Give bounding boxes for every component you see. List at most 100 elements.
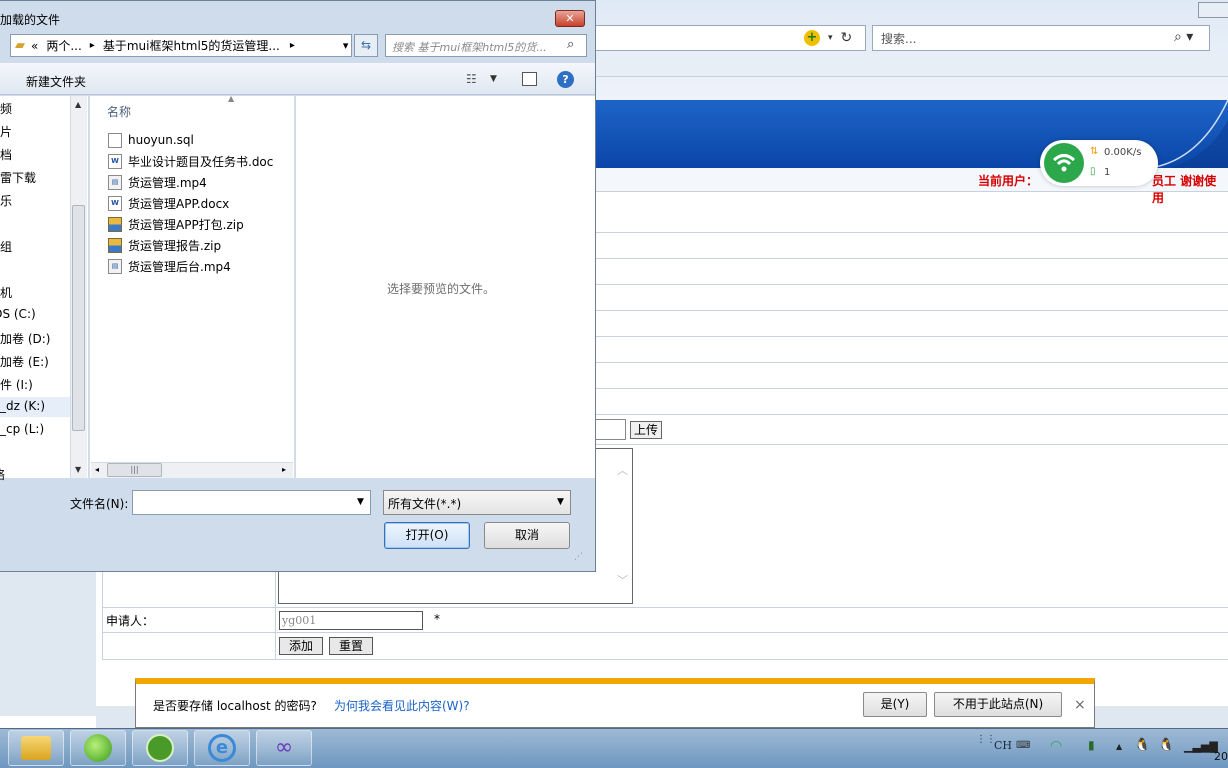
column-header-name[interactable]: 名称 — [107, 103, 131, 120]
filename-label: 文件名(N): — [70, 497, 129, 511]
chevron-down-icon[interactable]: ▼ — [557, 497, 564, 507]
cancel-button[interactable]: 取消 — [484, 522, 570, 549]
refresh-icon[interactable]: ↻ — [841, 30, 853, 46]
nav-item-pictures[interactable]: 图片 — [0, 123, 12, 140]
refresh-icon[interactable]: ⇆ — [354, 34, 378, 57]
file-item[interactable]: 货运管理报告.zip — [108, 235, 221, 255]
show-hidden-icons-icon[interactable]: ▲ — [1116, 742, 1122, 751]
form-row-divider — [596, 310, 1228, 311]
filename-input[interactable] — [132, 490, 371, 515]
password-save-message: 是否要存储 localhost 的密码? — [153, 699, 317, 713]
internet-explorer-icon: e — [208, 734, 236, 762]
taskbar-visualstudio-button[interactable]: ∞ — [256, 730, 312, 766]
file-item[interactable]: W 毕业设计题目及任务书.doc — [108, 151, 273, 171]
scroll-left-icon[interactable]: ◂ — [95, 465, 99, 474]
nav-item-drive-d[interactable]: 新加卷 (D:) — [0, 330, 50, 347]
preview-pane-icon[interactable] — [522, 72, 537, 86]
textarea-scroll-down-icon[interactable]: ﹀ — [617, 572, 628, 588]
dropdown-arrow-icon[interactable]: ▾ — [828, 33, 833, 43]
upload-button[interactable]: 上传 — [630, 421, 662, 439]
reset-button[interactable]: 重置 — [329, 637, 373, 655]
ime-indicator[interactable]: CH — [994, 739, 1012, 752]
help-icon[interactable]: ? — [557, 71, 574, 88]
nav-item-computer[interactable]: 计算机 — [0, 284, 12, 301]
taskbar-ie-button[interactable]: e — [194, 730, 250, 766]
chevron-down-icon[interactable]: ▼ — [357, 497, 364, 507]
zip-archive-icon — [108, 216, 122, 232]
clock-year[interactable]: 20 — [1214, 750, 1228, 763]
resize-grip-icon[interactable]: ⋰ — [574, 552, 583, 562]
add-button[interactable]: 添加 — [279, 637, 323, 655]
battery-icon[interactable]: ▮ — [1088, 738, 1095, 752]
scroll-right-icon[interactable]: ▸ — [282, 465, 286, 474]
zip-archive-icon — [108, 237, 122, 253]
never-for-site-button[interactable]: 不用于此站点(N) — [934, 692, 1062, 717]
open-button[interactable]: 打开(O) — [384, 522, 470, 549]
nav-item-documents[interactable]: 文档 — [0, 146, 12, 163]
nav-item-drive-l[interactable]: _cp (L:) — [0, 422, 44, 436]
taskbar-browser-button[interactable] — [70, 730, 126, 766]
form-row-divider — [596, 444, 1228, 445]
dialog-toolbar — [0, 63, 595, 95]
dialog-search-input[interactable]: 搜索 基于mui框架html5的货... — [385, 34, 587, 57]
green-browser-icon — [84, 734, 112, 762]
nav-item-drive-k[interactable]: _dz (K:) — [0, 399, 45, 413]
file-type-select[interactable]: 所有文件(*.*) — [383, 490, 571, 515]
h-scrollbar-thumb[interactable]: ||| — [107, 463, 162, 477]
upload-file-input[interactable] — [596, 419, 626, 440]
view-options-icon[interactable]: ☷ — [466, 72, 477, 86]
form-row-divider — [596, 284, 1228, 285]
close-icon[interactable]: ✕ — [555, 10, 585, 27]
save-password-yes-button[interactable]: 是(Y) — [863, 692, 927, 717]
scroll-down-icon[interactable]: ▼ — [75, 465, 81, 474]
nav-item-drive-e[interactable]: 新加卷 (E:) — [0, 353, 49, 370]
nav-item-music[interactable]: 音乐 — [0, 192, 12, 209]
breadcrumb-segment[interactable]: 两个... — [46, 37, 81, 54]
search-icon[interactable]: ⌕ — [567, 37, 574, 52]
browser-window-controls[interactable] — [1198, 2, 1228, 18]
chevron-down-icon[interactable]: ▼ — [490, 74, 497, 84]
why-see-this-link[interactable]: 为何我会看见此内容(W)? — [334, 697, 470, 714]
file-item[interactable]: huoyun.sql — [108, 130, 194, 150]
close-icon[interactable]: × — [1074, 697, 1086, 713]
nav-scrollbar-thumb[interactable] — [72, 205, 85, 431]
breadcrumb-separator-icon[interactable]: ▸ — [290, 40, 295, 51]
breadcrumb-segment[interactable]: 基于mui框架html5的货运管理... — [103, 37, 280, 54]
file-name: huoyun.sql — [128, 133, 194, 147]
signal-strength-icon[interactable]: ▁▃▅▇ — [1184, 740, 1218, 753]
nav-item-homegroup[interactable]: 家庭组 — [0, 238, 12, 255]
nav-item-thunder-downloads[interactable]: 迅雷下载 — [0, 169, 36, 186]
sql-file-icon — [108, 132, 122, 148]
file-item[interactable]: 货运管理APP打包.zip — [108, 214, 244, 234]
nav-item-drive-i[interactable]: 文件 (I:) — [0, 376, 33, 393]
qq-penguin-icon[interactable]: 🐧 — [1158, 738, 1174, 753]
qq-penguin-icon[interactable]: 🐧 — [1134, 738, 1150, 753]
file-item[interactable]: ▤ 货运管理.mp4 — [108, 172, 207, 192]
wifi-tray-icon[interactable]: ◠ — [1050, 738, 1062, 754]
scroll-up-icon[interactable]: ▲ — [75, 100, 81, 109]
compat-view-icon[interactable]: + — [804, 30, 820, 46]
file-item[interactable]: ▤ 货运管理后台.mp4 — [108, 256, 231, 276]
nav-item-drive-c[interactable]: OS (C:) — [0, 307, 36, 321]
new-folder-button[interactable]: 新建文件夹 — [26, 73, 86, 90]
nav-item-network[interactable]: 网络 — [0, 466, 5, 483]
video-file-icon: ▤ — [108, 174, 122, 190]
taskbar-explorer-button[interactable] — [8, 730, 64, 766]
file-item[interactable]: W 货运管理APP.docx — [108, 193, 229, 213]
breadcrumb-overflow[interactable]: « — [31, 39, 38, 53]
wifi-icon — [1044, 143, 1084, 183]
transfer-arrows-icon: ⇅ — [1090, 146, 1099, 157]
breadcrumb-separator-icon[interactable]: ▸ — [90, 40, 95, 51]
nav-item-videos[interactable]: 视频 — [0, 100, 12, 117]
browser-search-input[interactable]: 搜索... — [872, 25, 1210, 51]
form-row-divider — [596, 362, 1228, 363]
taskbar-dreamweaver-button[interactable] — [132, 730, 188, 766]
search-icon[interactable]: ⌕ ▾ — [1174, 29, 1193, 45]
breadcrumb[interactable]: ▰ « 两个... ▸ 基于mui框架html5的货运管理... ▸ ▾ — [10, 34, 352, 57]
word-document-icon: W — [108, 153, 122, 169]
form-row-divider — [596, 232, 1228, 233]
chevron-down-icon[interactable]: ▾ — [343, 39, 349, 52]
textarea-scroll-up-icon[interactable]: ︿ — [617, 462, 628, 478]
applicant-input[interactable]: yg001 — [279, 611, 423, 630]
keyboard-icon[interactable]: ⌨ — [1016, 740, 1030, 751]
